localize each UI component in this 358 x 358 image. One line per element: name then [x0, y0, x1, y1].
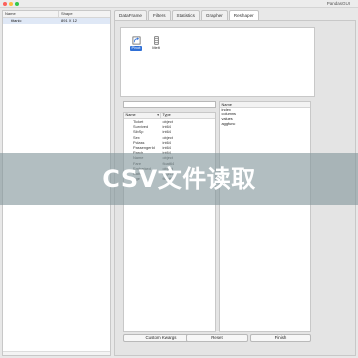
- columns-table: Name Type Ticketobject Survivedint64 Sib…: [123, 112, 216, 332]
- operation-picker: Pivot Melt: [120, 27, 315, 97]
- window-titlebar: PandasGUI: [0, 0, 358, 8]
- tab-statistics[interactable]: Statistics: [171, 10, 200, 20]
- columns-header-name[interactable]: Name: [124, 113, 161, 118]
- reset-button[interactable]: Reset: [186, 334, 248, 342]
- minimize-window-button[interactable]: [9, 2, 13, 6]
- close-window-button[interactable]: [3, 2, 7, 6]
- parameter-aggfunc[interactable]: aggfunc: [220, 121, 310, 127]
- banner-title: CSV文件读取: [102, 165, 256, 193]
- main-tabs: DataFrame Filters Statistics Grapher Res…: [114, 10, 260, 20]
- tab-grapher[interactable]: Grapher: [200, 10, 228, 20]
- tab-dataframe[interactable]: DataFrame: [114, 10, 147, 20]
- zoom-window-button[interactable]: [15, 2, 19, 6]
- parameter-drop-list: Name index columns values aggfunc: [219, 101, 311, 332]
- melt-icon: [153, 36, 159, 45]
- columns-header-type[interactable]: Type: [161, 113, 171, 118]
- pivot-label: Pivot: [130, 45, 142, 51]
- navigator-row-titanic[interactable]: titanic 891 X 12: [3, 18, 110, 24]
- navigator-header-name[interactable]: Name: [3, 11, 59, 17]
- title-banner: CSV文件读取: [0, 153, 358, 205]
- navigator-header: Name Shape: [3, 11, 110, 18]
- window-title: PandasGUI: [326, 1, 350, 6]
- melt-option[interactable]: Melt: [148, 36, 164, 51]
- melt-label: Melt: [152, 45, 160, 50]
- tab-filters[interactable]: Filters: [147, 10, 171, 20]
- pivot-option[interactable]: Pivot: [128, 36, 144, 51]
- finish-button[interactable]: Finish: [250, 334, 311, 342]
- tab-reshaper[interactable]: Reshaper: [228, 10, 259, 20]
- pivot-icon: [132, 36, 140, 45]
- navigator-row-shape: 891 X 12: [61, 18, 78, 23]
- navigator-row-name: titanic: [11, 18, 22, 23]
- column-search-input[interactable]: [123, 101, 216, 108]
- navigator-horizontal-scrollbar[interactable]: [3, 351, 110, 355]
- navigator-header-shape[interactable]: Shape: [59, 11, 73, 17]
